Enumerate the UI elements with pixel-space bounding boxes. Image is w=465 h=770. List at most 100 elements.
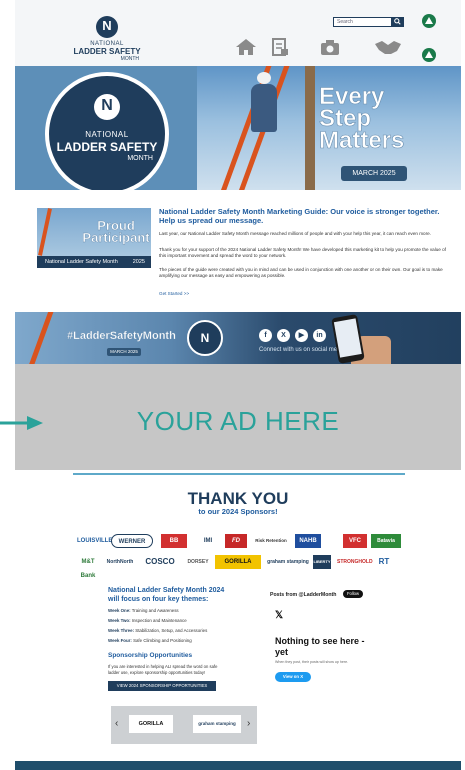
logo-line3: MONTH (120, 56, 139, 62)
week-row: Week Two: Inspection and Maintenance (108, 618, 226, 623)
sponsor-logo[interactable]: Batavia (371, 534, 401, 548)
ladder-rail (38, 208, 52, 256)
hero-headline: Every Step Matters (319, 84, 459, 154)
sponsor-logo[interactable]: VFC (343, 534, 367, 548)
facebook-icon[interactable]: f (259, 329, 272, 342)
view-on-x-button[interactable]: View on X (275, 672, 311, 682)
twitter-heading: Posts from @LadderMonth (270, 592, 337, 598)
youtube-icon[interactable]: ▶ (295, 329, 308, 342)
sponsor-logo[interactable]: LOUISVILLE (77, 534, 112, 548)
week-label: Week Three: (108, 628, 135, 633)
guide-paragraph: Thank you for your support of the 2024 N… (159, 247, 446, 258)
sponsor-logo[interactable]: DORSEY (183, 555, 213, 569)
proud-line2: Participant (82, 230, 150, 245)
sponsor-logo[interactable]: BB (161, 534, 187, 548)
get-started-link[interactable]: Get Started >> (159, 291, 189, 296)
week-text: Stabilization, Setup, and Accessories (135, 628, 208, 633)
sponsor-logo[interactable]: WERNER (111, 534, 153, 548)
proud-year: 2025 (132, 259, 145, 265)
twitter-empty-sub: When they post, their posts will show up… (275, 660, 349, 664)
social-hashtag: #LadderSafetyMonth (67, 330, 176, 342)
proud-text: Proud Participant (81, 219, 151, 245)
week-text: Safe Climbing and Positioning (133, 638, 192, 643)
badge-line1: NATIONAL (85, 130, 129, 139)
divider (73, 473, 405, 475)
social-cta: Connect with us on social media. (259, 347, 347, 353)
x-logo-icon: 𝕏 (275, 610, 284, 621)
sponsor-logo[interactable]: GORILLA (215, 555, 261, 569)
handshake-icon[interactable] (373, 38, 403, 56)
guide-heading: National Ladder Safety Month Marketing G… (159, 207, 440, 225)
search-button[interactable] (391, 17, 404, 27)
week-row: Week Three: Stabilization, Setup, and Ac… (108, 628, 226, 633)
utility-pole (305, 66, 315, 190)
sponsor-logo[interactable]: NAHB (295, 534, 321, 548)
logo-emblem (96, 16, 118, 38)
ad-banner[interactable]: YOUR AD HERE (15, 364, 461, 470)
week-label: Week Four: (108, 638, 132, 643)
week-row: Week Four: Safe Climbing and Positioning (108, 638, 226, 643)
carousel-prev-icon[interactable]: ‹ (115, 718, 118, 729)
focus-heading: National Ladder Safety Month 2024 will f… (108, 587, 225, 603)
marketing-guide-section: Proud Participant National Ladder Safety… (15, 190, 461, 312)
sponsor-logo[interactable]: NorthNorth (103, 555, 137, 569)
sponsor-logo[interactable]: Risk Retention (251, 534, 291, 548)
guide-paragraph: Last year, our National Ladder Safety Mo… (159, 231, 431, 236)
social-badge (187, 320, 223, 356)
footer-bar (15, 761, 461, 770)
week-row: Week One: Training and Awareness (108, 608, 226, 613)
hero-date-pill: MARCH 2025 (341, 166, 407, 181)
badge-line3: MONTH (127, 155, 153, 162)
ladder-rail (27, 312, 60, 364)
carousel-logo[interactable]: GORILLA (129, 715, 173, 733)
proud-bar: National Ladder Safety Month 2025 (37, 256, 151, 268)
sponsor-logo[interactable]: graham stamping (265, 555, 311, 569)
proud-participant-graphic[interactable]: Proud Participant National Ladder Safety… (37, 208, 151, 268)
sponsor-logo[interactable]: M&T Bank (75, 555, 101, 579)
arrow-right-icon (0, 416, 43, 430)
week-label: Week One: (108, 608, 131, 613)
carousel-next-icon[interactable]: › (247, 718, 250, 729)
home-icon[interactable] (235, 38, 257, 56)
week-label: Week Two: (108, 618, 131, 623)
logo-line2: LADDER SAFETY (73, 47, 141, 56)
ansi-logo-icon[interactable] (422, 14, 436, 28)
page-frame: NATIONAL LADDER SAFETY MONTH Search (15, 0, 461, 770)
x-icon[interactable]: X (277, 329, 290, 342)
week-text: Training and Awareness (131, 608, 179, 613)
site-header: NATIONAL LADDER SAFETY MONTH Search (15, 0, 461, 66)
sponsor-logo[interactable]: FD (225, 534, 247, 548)
site-logo[interactable]: NATIONAL LADDER SAFETY MONTH (67, 16, 147, 66)
social-date-pill: MARCH 2025 (107, 348, 141, 356)
view-sponsorship-button[interactable]: VIEW 2024 SPONSORSHIP OPPORTUNITIES (108, 681, 216, 691)
camera-icon[interactable] (319, 38, 341, 56)
week-text: Inspection and Maintenance (131, 618, 187, 623)
hero-badge: NATIONAL LADDER SAFETY MONTH (45, 72, 169, 190)
phone-icon (331, 314, 365, 364)
sponsors-title: THANK YOU (187, 489, 289, 508)
ad-text: YOUR AD HERE (136, 406, 340, 436)
guide-paragraph: The pieces of the guide were created wit… (159, 267, 443, 278)
sponsorship-text: If you are interested in helping ALI spr… (108, 664, 218, 675)
follow-button[interactable]: Follow (343, 590, 363, 598)
badge-line2: LADDER SAFETY (56, 140, 158, 154)
sponsor-logo[interactable]: COSCO (141, 555, 179, 569)
badge-emblem (94, 94, 120, 120)
sponsor-logo[interactable]: STRONGHOLD (337, 555, 373, 569)
sponsorship-heading: Sponsorship Opportunities (108, 652, 193, 659)
carousel-logo[interactable]: graham stamping (193, 715, 241, 733)
document-icon[interactable] (269, 38, 291, 56)
search-icon (394, 18, 401, 25)
sponsor-logo[interactable]: LIBERTY (313, 555, 331, 569)
proud-bar-text: National Ladder Safety Month (45, 259, 118, 265)
sponsor-logo[interactable]: RT (373, 555, 395, 569)
sponsor-carousel: ‹ GORILLA graham stamping › (111, 706, 257, 744)
sponsor-logo[interactable]: IMI (195, 534, 221, 548)
linkedin-icon[interactable]: in (313, 329, 326, 342)
twitter-empty-title: Nothing to see here - yet (275, 636, 365, 657)
hero-word: Matters (319, 127, 405, 154)
hero-banner[interactable]: NATIONAL LADDER SAFETY MONTH Every Step … (15, 66, 461, 190)
sponsors-subtitle: to our 2024 Sponsors! (198, 507, 278, 516)
osha-logo-icon[interactable] (422, 48, 436, 62)
social-banner[interactable]: #LadderSafetyMonth MARCH 2025 f X ▶ in C… (15, 312, 461, 364)
